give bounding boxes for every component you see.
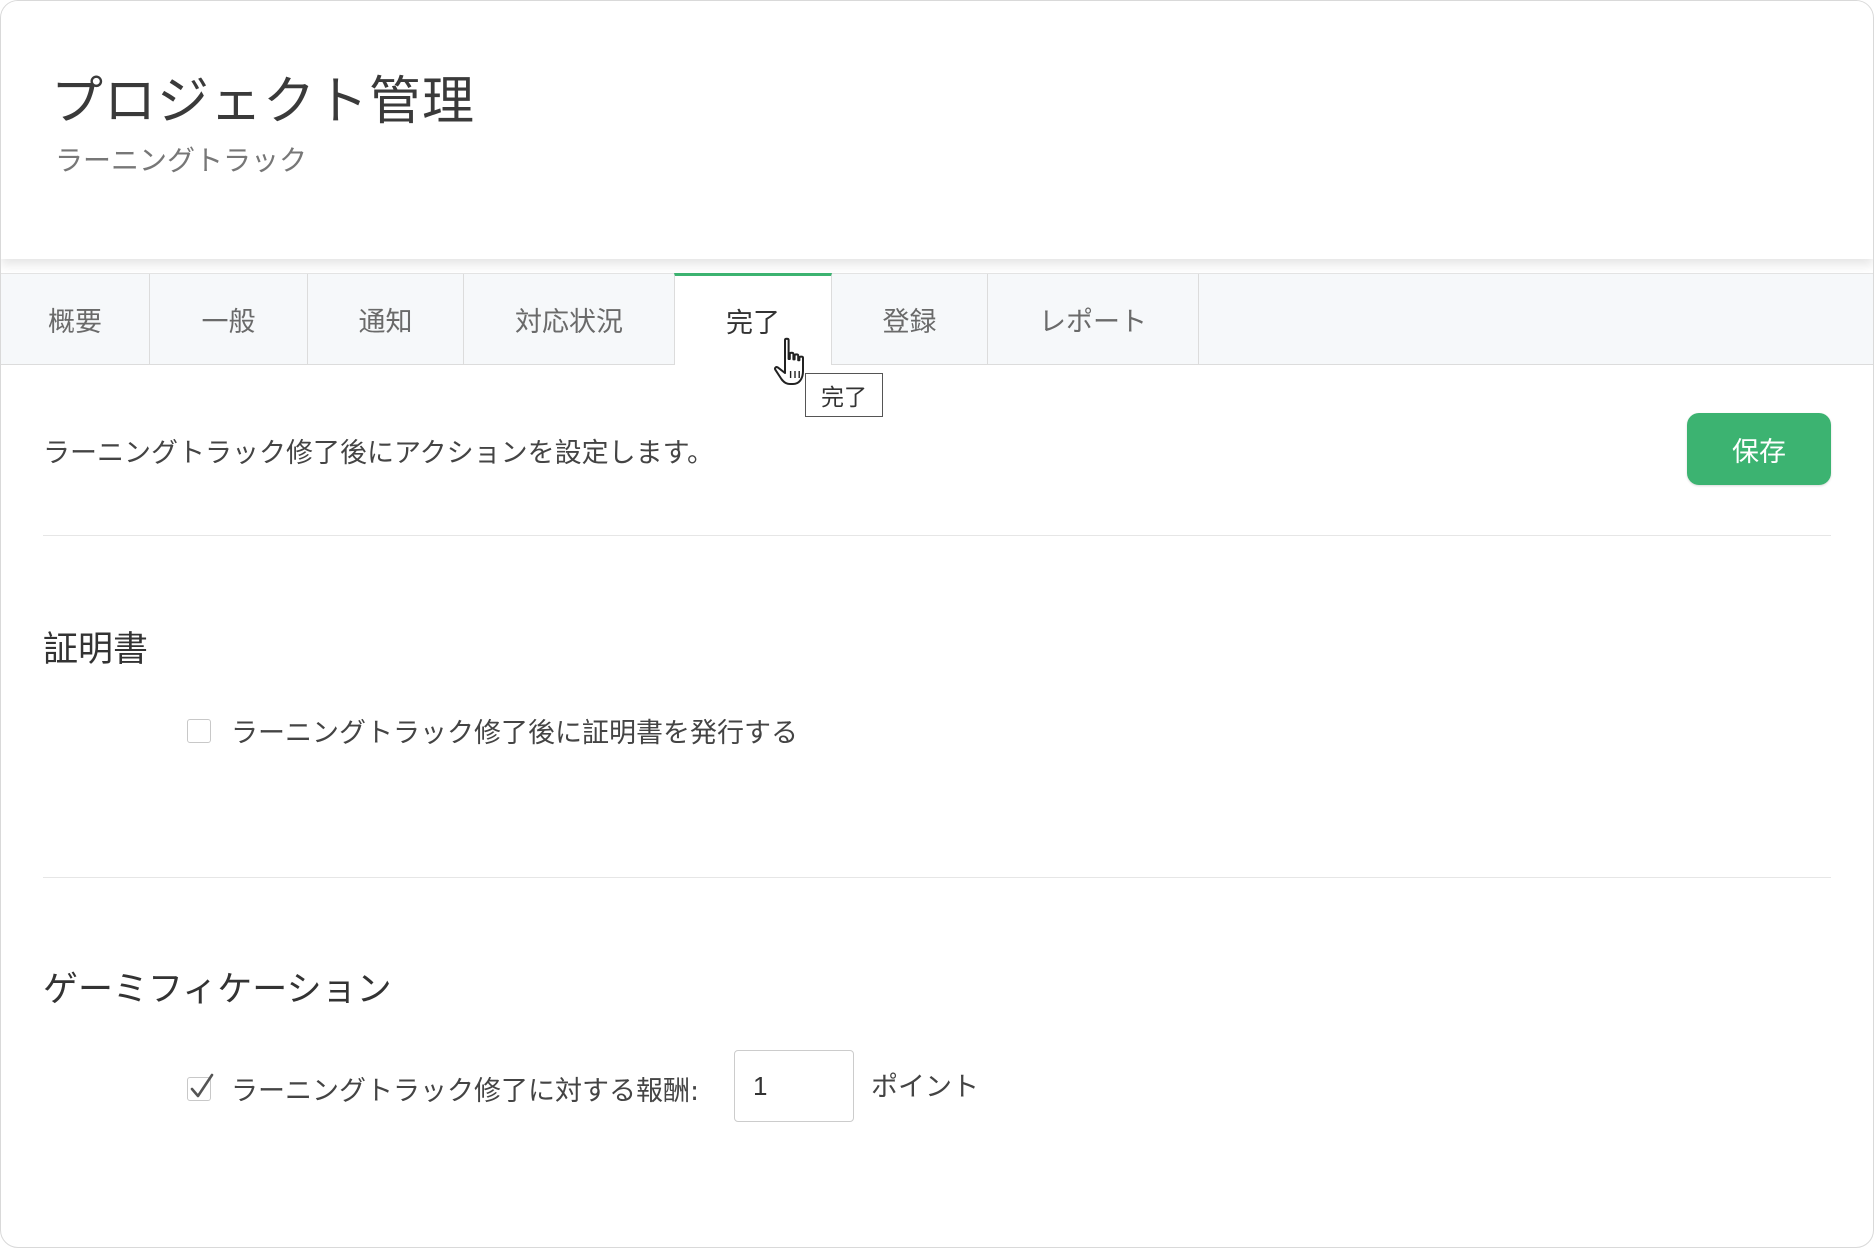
certificate-option: ラーニングトラック修了後に証明書を発行する: [187, 711, 798, 750]
tab-notifications[interactable]: 通知: [308, 274, 464, 364]
page-title: プロジェクト管理: [51, 72, 476, 132]
certificate-checkbox[interactable]: [187, 718, 211, 743]
tab-report[interactable]: レポート: [988, 274, 1199, 364]
tab-registration[interactable]: 登録: [832, 274, 988, 364]
page-header: プロジェクト管理 ラーニングトラック: [1, 1, 1873, 259]
tab-general[interactable]: 一般: [150, 274, 308, 364]
gamification-heading: ゲーミフィケーション: [43, 970, 392, 1010]
tab-bar: 概要 一般 通知 対応状況 完了 登録 レポート: [1, 273, 1873, 365]
page-subtitle: ラーニングトラック: [55, 144, 308, 177]
tooltip: 完了: [805, 373, 883, 417]
checkmark-icon: [190, 1073, 214, 1097]
gamification-option: ラーニングトラック修了に対する報酬:: [187, 1069, 699, 1108]
divider: [43, 535, 1831, 536]
app-window: プロジェクト管理 ラーニングトラック 概要 一般 通知 対応状況 完了 登録 レ…: [0, 0, 1874, 1248]
reward-checkbox-label[interactable]: ラーニングトラック修了に対する報酬:: [231, 1069, 699, 1108]
certificate-checkbox-label[interactable]: ラーニングトラック修了後に証明書を発行する: [231, 711, 798, 750]
points-input[interactable]: [734, 1050, 854, 1122]
tab-overview[interactable]: 概要: [1, 274, 150, 364]
reward-checkbox[interactable]: [187, 1073, 214, 1101]
save-button[interactable]: 保存: [1687, 413, 1831, 485]
divider: [43, 877, 1831, 878]
description-text: ラーニングトラック修了後にアクションを設定します。: [43, 438, 714, 469]
tab-status[interactable]: 対応状況: [464, 274, 675, 364]
certificate-heading: 証明書: [43, 630, 149, 670]
points-unit-label: ポイント: [871, 1072, 979, 1103]
